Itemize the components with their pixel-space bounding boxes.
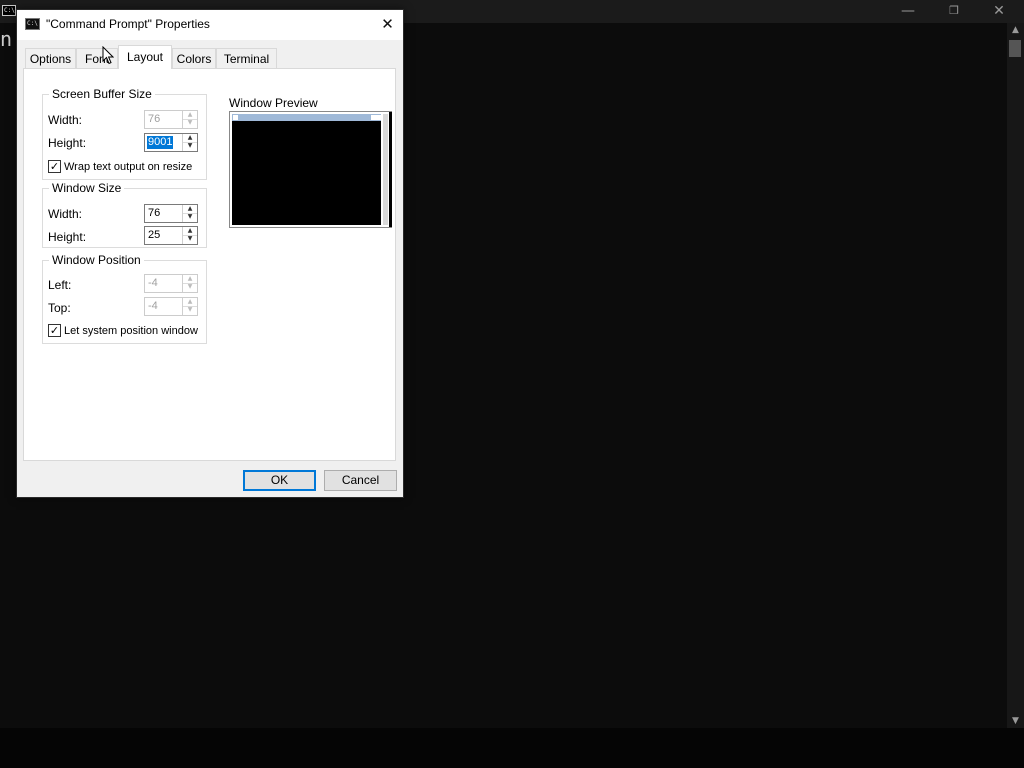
window-preview: [229, 111, 392, 228]
console-close-button[interactable]: ✕: [976, 0, 1022, 23]
spin-down-icon[interactable]: ▼: [183, 283, 197, 291]
let-system-position-label[interactable]: Let system position window: [64, 325, 198, 337]
preview-button-icon: [376, 115, 381, 120]
spin-down-icon[interactable]: ▼: [183, 235, 197, 243]
spin-arrows: ▲ ▼: [182, 205, 197, 222]
position-top-spinner[interactable]: -4 ▲ ▼: [144, 297, 198, 316]
dialog-title: "Command Prompt" Properties: [46, 17, 210, 31]
ok-button[interactable]: OK: [243, 470, 316, 491]
position-top-value: -4: [148, 300, 158, 312]
scroll-thumb[interactable]: [1009, 40, 1021, 57]
position-top-label: Top:: [48, 301, 71, 315]
preview-scrollbar: [383, 114, 388, 225]
console-text: n: [0, 27, 13, 51]
window-size-group: Window Size Width: 76 ▲ ▼ Height: 25 ▲ ▼: [42, 181, 207, 248]
tab-terminal[interactable]: Terminal: [216, 48, 277, 68]
dialog-close-button[interactable]: ✕: [372, 10, 403, 39]
scroll-down-arrow-icon[interactable]: ▼: [1007, 716, 1024, 726]
window-size-title: Window Size: [49, 181, 125, 195]
wrap-text-checkbox[interactable]: ✓: [48, 160, 61, 173]
position-left-spinner[interactable]: -4 ▲ ▼: [144, 274, 198, 293]
spin-down-icon[interactable]: ▼: [183, 306, 197, 314]
console-maximize-button[interactable]: ❐: [931, 0, 977, 23]
console-scrollbar[interactable]: ▲ ▼: [1007, 23, 1024, 728]
window-width-spinner[interactable]: 76 ▲ ▼: [144, 204, 198, 223]
spin-arrows: ▲ ▼: [182, 227, 197, 244]
console-minimize-button[interactable]: —: [885, 0, 931, 23]
tab-layout[interactable]: Layout: [118, 45, 172, 69]
tab-options[interactable]: Options: [25, 48, 76, 68]
spin-arrows: ▲ ▼: [182, 134, 197, 151]
buffer-height-value: 9001: [147, 136, 174, 149]
console-app-icon[interactable]: C:\: [2, 5, 16, 16]
window-preview-label: Window Preview: [229, 96, 318, 110]
buffer-width-value: 76: [148, 113, 161, 125]
buffer-width-spinner[interactable]: 76 ▲ ▼: [144, 110, 198, 129]
screen-buffer-title: Screen Buffer Size: [49, 87, 155, 101]
dialog-titlebar[interactable]: C:\ "Command Prompt" Properties ✕: [17, 10, 403, 40]
position-left-value: -4: [148, 277, 158, 289]
cmd-icon: C:\: [25, 18, 40, 30]
wrap-text-label[interactable]: Wrap text output on resize: [64, 161, 192, 173]
screen-buffer-group: Screen Buffer Size Width: 76 ▲ ▼ Height:…: [42, 87, 207, 180]
window-height-label: Height:: [48, 230, 87, 244]
preview-titlebar: [232, 114, 381, 121]
window-height-value: 25: [148, 229, 161, 241]
window-position-group: Window Position Left: -4 ▲ ▼ Top: -4 ▲ ▼…: [42, 253, 207, 344]
spin-arrows: ▲ ▼: [182, 111, 197, 128]
mouse-pointer-icon: [102, 46, 114, 65]
spin-arrows: ▲ ▼: [182, 298, 197, 315]
window-width-value: 76: [148, 207, 161, 219]
tab-colors[interactable]: Colors: [172, 48, 216, 68]
spin-arrows: ▲ ▼: [182, 275, 197, 292]
preview-system-icon: [233, 115, 238, 120]
buffer-height-label: Height:: [48, 136, 87, 150]
properties-dialog: C:\ "Command Prompt" Properties ✕ Option…: [16, 9, 404, 498]
spin-down-icon[interactable]: ▼: [183, 142, 197, 150]
window-width-label: Width:: [48, 207, 83, 221]
buffer-height-spinner[interactable]: 9001 ▲ ▼: [144, 133, 198, 152]
window-height-spinner[interactable]: 25 ▲ ▼: [144, 226, 198, 245]
preview-edge: [389, 112, 392, 227]
let-system-position-checkbox[interactable]: ✓: [48, 324, 61, 337]
window-position-title: Window Position: [49, 253, 144, 267]
buffer-width-label: Width:: [48, 113, 83, 127]
scroll-up-arrow-icon[interactable]: ▲: [1007, 25, 1024, 35]
position-left-label: Left:: [48, 278, 72, 292]
taskbar-strip: [0, 728, 1024, 768]
cancel-button[interactable]: Cancel: [324, 470, 397, 491]
preview-screen: [232, 114, 381, 225]
spin-down-icon[interactable]: ▼: [183, 213, 197, 221]
layout-tab-page: Screen Buffer Size Width: 76 ▲ ▼ Height:…: [23, 68, 396, 461]
spin-down-icon[interactable]: ▼: [183, 119, 197, 127]
